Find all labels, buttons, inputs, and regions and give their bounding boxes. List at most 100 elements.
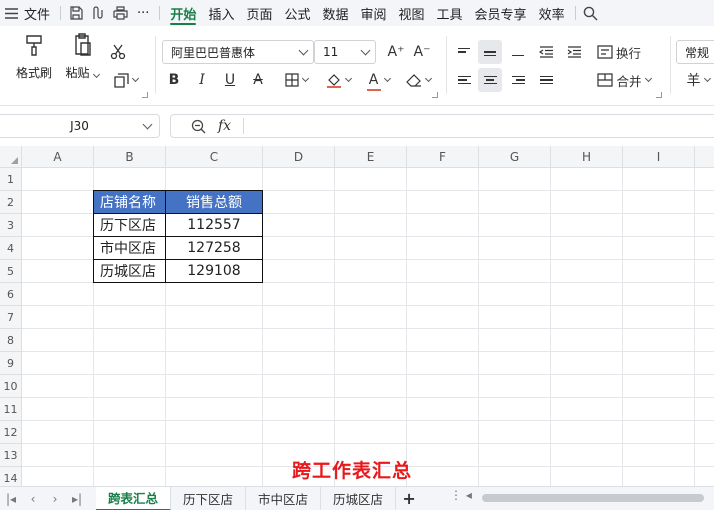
tab-tools[interactable]: 工具 xyxy=(431,0,469,26)
font-size-select[interactable]: 11 xyxy=(314,40,376,64)
zoom-icon[interactable] xyxy=(191,119,206,134)
row-header-10[interactable]: 10 xyxy=(0,375,22,398)
currency-button[interactable]: 羊 xyxy=(678,68,714,92)
save-icon[interactable] xyxy=(65,0,87,26)
italic-button[interactable]: I xyxy=(190,68,214,92)
wrap-text-button[interactable]: 换行 xyxy=(594,40,644,64)
sheet-scroll-icon[interactable]: ⋮ ◂ xyxy=(450,488,472,502)
formula-input[interactable]: fx xyxy=(170,114,714,138)
increase-font-button[interactable]: A⁺ xyxy=(384,40,408,64)
row-header-4[interactable]: 4 xyxy=(0,237,22,260)
column-header-e[interactable]: E xyxy=(335,146,407,168)
row-header-2[interactable]: 2 xyxy=(0,191,22,214)
ribbon-separator xyxy=(155,36,156,94)
tab-insert[interactable]: 插入 xyxy=(202,0,240,26)
row-header-11[interactable]: 11 xyxy=(0,398,22,421)
align-left-button[interactable] xyxy=(452,68,476,92)
align-bottom-button[interactable] xyxy=(506,40,530,64)
row-header-12[interactable]: 12 xyxy=(0,421,22,444)
select-all-corner[interactable] xyxy=(0,146,22,168)
column-header-j[interactable] xyxy=(695,146,714,168)
row-header-9[interactable]: 9 xyxy=(0,352,22,375)
more-menu[interactable]: ··· xyxy=(131,0,155,26)
next-sheet-icon[interactable]: › xyxy=(44,487,66,510)
decrease-font-button[interactable]: A⁻ xyxy=(410,40,434,64)
cell-store-name[interactable]: 历城区店 xyxy=(93,259,166,283)
fill-color-button[interactable] xyxy=(318,68,358,92)
increase-indent-icon[interactable] xyxy=(562,40,586,64)
merge-button[interactable]: 合并 xyxy=(594,68,654,92)
sheet-tab-lixia[interactable]: 历下区店 xyxy=(171,486,247,510)
row-header-14[interactable]: 14 xyxy=(0,467,22,486)
column-header-i[interactable]: I xyxy=(623,146,695,168)
cell-sales-total[interactable]: 112557 xyxy=(165,213,263,237)
tab-review[interactable]: 审阅 xyxy=(355,0,393,26)
tab-page[interactable]: 页面 xyxy=(240,0,278,26)
tab-formula[interactable]: 公式 xyxy=(278,0,316,26)
font-expand-icon[interactable] xyxy=(432,92,438,98)
last-sheet-icon[interactable]: ▸| xyxy=(66,487,88,510)
copy-button[interactable] xyxy=(106,68,146,92)
borders-button[interactable] xyxy=(276,68,316,92)
number-format-select[interactable]: 常规 xyxy=(676,40,714,64)
sheet-tab-shizhong[interactable]: 市中区店 xyxy=(246,486,322,510)
column-header-c[interactable]: C xyxy=(166,146,263,168)
tab-home[interactable]: 开始 xyxy=(164,0,202,26)
tab-view[interactable]: 视图 xyxy=(393,0,431,26)
insert-function-icon[interactable]: fx xyxy=(218,118,231,134)
format-painter-button[interactable]: 格式刷 xyxy=(12,32,56,92)
cut-icon[interactable] xyxy=(106,40,130,64)
tab-member[interactable]: 会员专享 xyxy=(469,0,533,26)
share-icon[interactable] xyxy=(87,0,109,26)
decrease-indent-icon[interactable] xyxy=(534,40,558,64)
strikethrough-button[interactable]: A xyxy=(246,68,270,92)
tab-efficiency[interactable]: 效率 xyxy=(533,0,571,26)
tab-data[interactable]: 数据 xyxy=(316,0,354,26)
cell-store-name[interactable]: 历下区店 xyxy=(93,213,166,237)
header-sales-total[interactable]: 销售总额 xyxy=(165,190,263,214)
prev-sheet-icon[interactable]: ‹ xyxy=(22,487,44,510)
bold-button[interactable]: B xyxy=(162,68,186,92)
row-header-7[interactable]: 7 xyxy=(0,306,22,329)
header-store-name[interactable]: 店铺名称 xyxy=(93,190,166,214)
paste-button[interactable]: 粘贴 xyxy=(60,32,104,92)
hamburger-menu-icon[interactable] xyxy=(0,0,22,26)
print-icon[interactable] xyxy=(109,0,131,26)
row-header-13[interactable]: 13 xyxy=(0,444,22,467)
horizontal-scrollbar[interactable] xyxy=(482,494,704,502)
row-header-6[interactable]: 6 xyxy=(0,283,22,306)
row-header-8[interactable]: 8 xyxy=(0,329,22,352)
first-sheet-icon[interactable]: |◂ xyxy=(0,487,22,510)
cell-sales-total[interactable]: 129108 xyxy=(165,259,263,283)
column-header-h[interactable]: H xyxy=(551,146,623,168)
align-right-button[interactable] xyxy=(506,68,530,92)
column-header-a[interactable]: A xyxy=(22,146,94,168)
clipboard-expand-icon[interactable] xyxy=(142,92,148,98)
spreadsheet-grid[interactable]: A B C D E F G H I 1 2 3 4 5 6 7 8 9 10 1… xyxy=(0,146,714,486)
wrap-text-icon xyxy=(597,45,613,59)
row-header-5[interactable]: 5 xyxy=(0,260,22,283)
cell-sales-total[interactable]: 127258 xyxy=(165,236,263,260)
align-middle-button[interactable] xyxy=(478,40,502,64)
menu-file[interactable]: 文件 xyxy=(22,0,56,26)
search-icon[interactable] xyxy=(580,0,602,26)
column-header-g[interactable]: G xyxy=(479,146,551,168)
sheet-tab-licheng[interactable]: 历城区店 xyxy=(321,486,397,510)
name-box[interactable]: J30 xyxy=(0,114,160,138)
sheet-tab-summary[interactable]: 跨表汇总 xyxy=(96,486,172,510)
column-header-b[interactable]: B xyxy=(94,146,166,168)
align-center-button[interactable] xyxy=(478,68,502,92)
column-header-d[interactable]: D xyxy=(263,146,335,168)
font-name-select[interactable]: 阿里巴巴普惠体 xyxy=(162,40,314,64)
justify-button[interactable] xyxy=(534,68,558,92)
add-sheet-button[interactable]: + xyxy=(396,489,422,508)
cell-store-name[interactable]: 市中区店 xyxy=(93,236,166,260)
underline-button[interactable]: U xyxy=(218,68,242,92)
column-header-f[interactable]: F xyxy=(407,146,479,168)
alignment-expand-icon[interactable] xyxy=(656,92,662,98)
clear-button[interactable] xyxy=(398,68,438,92)
font-color-button[interactable]: A xyxy=(358,68,398,92)
align-top-button[interactable] xyxy=(452,40,476,64)
row-header-1[interactable]: 1 xyxy=(0,168,22,191)
row-header-3[interactable]: 3 xyxy=(0,214,22,237)
